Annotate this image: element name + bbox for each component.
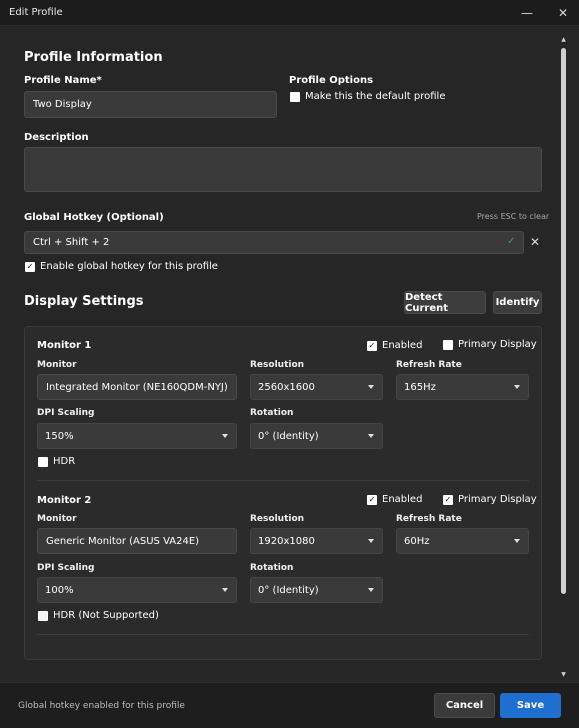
monitor-1-title: Monitor 1 (37, 340, 92, 351)
monitor-2-refresh-value: 60Hz (404, 535, 430, 547)
chevron-down-icon (222, 434, 228, 438)
monitor-2-hdr-checkbox: HDR (Not Supported) (38, 610, 159, 621)
monitor-1-rotation-value: 0° (Identity) (258, 430, 319, 442)
window-title: Edit Profile (9, 7, 63, 18)
title-bar: Edit Profile — ✕ (0, 0, 579, 26)
monitor-2-rotation-select[interactable]: 0° (Identity) (250, 577, 383, 603)
scrollbar-thumb[interactable] (561, 48, 566, 594)
default-profile-checkbox[interactable]: Make this the default profile (290, 91, 446, 102)
checkbox-checked-icon[interactable]: ✓ (443, 494, 453, 505)
monitor-1-monitor-label: Monitor (37, 360, 77, 370)
identify-button[interactable]: Identify (493, 291, 542, 314)
monitor-2-dpi-label: DPI Scaling (37, 563, 95, 573)
minimize-icon[interactable]: — (517, 3, 537, 23)
monitor-divider (37, 480, 529, 481)
checkbox-box[interactable] (38, 456, 48, 467)
monitor-1-refresh-select[interactable]: 165Hz (396, 374, 529, 400)
chevron-down-icon (368, 539, 374, 543)
monitor-1-primary-label: Primary Display (458, 339, 537, 350)
hotkey-hint: Press ESC to clear (477, 212, 550, 221)
monitor-1-hdr-checkbox[interactable]: HDR (38, 456, 75, 467)
profile-name-input[interactable]: Two Display (24, 91, 277, 118)
monitor-2-enabled-label: Enabled (382, 494, 423, 505)
monitor-1-dpi-select[interactable]: 150% (37, 423, 237, 449)
status-text: Global hotkey enabled for this profile (18, 701, 185, 711)
monitor-1-resolution-label: Resolution (250, 360, 305, 370)
clear-hotkey-icon[interactable]: ✕ (530, 235, 540, 249)
monitor-2-rotation-label: Rotation (250, 563, 294, 573)
monitor-1-enabled-checkbox[interactable]: ✓ Enabled (367, 340, 422, 351)
monitor-2-resolution-select[interactable]: 1920x1080 (250, 528, 383, 554)
monitor-2-dpi-select[interactable]: 100% (37, 577, 237, 603)
save-button[interactable]: Save (500, 693, 561, 718)
profile-name-label: Profile Name* (24, 75, 102, 86)
dialog-footer: Global hotkey enabled for this profile C… (0, 682, 579, 728)
profile-info-heading: Profile Information (24, 50, 163, 65)
chevron-down-icon (514, 385, 520, 389)
monitor-2-resolution-label: Resolution (250, 514, 305, 524)
monitor-2-refresh-label: Refresh Rate (396, 514, 462, 524)
monitor-1-rotation-label: Rotation (250, 408, 294, 418)
monitor-1-refresh-label: Refresh Rate (396, 360, 462, 370)
detect-current-button[interactable]: Detect Current (404, 291, 486, 314)
checkbox-box[interactable] (290, 91, 300, 102)
monitor-1-monitor-field: Integrated Monitor (NE160QDM-NYJ) (37, 374, 237, 400)
monitor-2-monitor-field: Generic Monitor (ASUS VA24E) (37, 528, 237, 554)
checkbox-checked-icon[interactable]: ✓ (367, 494, 377, 505)
checkbox-checked-icon[interactable]: ✓ (25, 261, 35, 272)
scroll-down-icon[interactable]: ▼ (560, 671, 567, 678)
monitor-2-rotation-value: 0° (Identity) (258, 584, 319, 596)
monitor-1-resolution-value: 2560x1600 (258, 381, 315, 393)
monitor-2-primary-checkbox[interactable]: ✓ Primary Display (443, 494, 537, 505)
close-icon[interactable]: ✕ (553, 3, 573, 23)
enable-hotkey-checkbox[interactable]: ✓ Enable global hotkey for this profile (25, 261, 218, 272)
monitor-2-dpi-value: 100% (45, 584, 74, 596)
display-settings-heading: Display Settings (24, 294, 144, 309)
monitor-2-title: Monitor 2 (37, 495, 92, 506)
monitor-2-refresh-select[interactable]: 60Hz (396, 528, 529, 554)
chevron-down-icon (222, 588, 228, 592)
default-profile-label: Make this the default profile (305, 91, 446, 102)
enable-hotkey-label: Enable global hotkey for this profile (40, 261, 218, 272)
hotkey-label: Global Hotkey (Optional) (24, 212, 164, 223)
monitor-1-enabled-label: Enabled (382, 340, 423, 351)
monitor-2-primary-label: Primary Display (458, 494, 537, 505)
hotkey-value: Ctrl + Shift + 2 (33, 237, 110, 248)
chevron-down-icon (368, 385, 374, 389)
monitor-1-resolution-select[interactable]: 2560x1600 (250, 374, 383, 400)
chevron-down-icon (368, 588, 374, 592)
monitor-1-primary-checkbox[interactable]: Primary Display (443, 339, 537, 350)
checkbox-checked-icon[interactable]: ✓ (367, 340, 377, 351)
monitor-2-enabled-checkbox[interactable]: ✓ Enabled (367, 494, 422, 505)
profile-options-label: Profile Options (289, 75, 374, 86)
monitor-1-dpi-label: DPI Scaling (37, 408, 95, 418)
cancel-button[interactable]: Cancel (434, 693, 495, 718)
check-icon: ✓ (507, 236, 516, 247)
monitor-divider (37, 634, 529, 635)
monitor-1-rotation-select[interactable]: 0° (Identity) (250, 423, 383, 449)
chevron-down-icon (514, 539, 520, 543)
chevron-down-icon (368, 434, 374, 438)
scroll-up-icon[interactable]: ▲ (560, 36, 567, 43)
monitor-1-refresh-value: 165Hz (404, 381, 436, 393)
checkbox-box[interactable] (443, 339, 453, 350)
checkbox-box (38, 610, 48, 621)
monitor-2-hdr-label: HDR (Not Supported) (53, 610, 159, 621)
monitor-1-hdr-label: HDR (53, 456, 76, 467)
monitor-2-resolution-value: 1920x1080 (258, 535, 315, 547)
monitor-2-monitor-label: Monitor (37, 514, 77, 524)
description-label: Description (24, 132, 89, 143)
monitor-1-dpi-value: 150% (45, 430, 74, 442)
description-input[interactable] (24, 147, 542, 192)
vertical-scrollbar[interactable]: ▲ ▼ (560, 36, 567, 678)
hotkey-input[interactable]: Ctrl + Shift + 2 (24, 231, 524, 254)
